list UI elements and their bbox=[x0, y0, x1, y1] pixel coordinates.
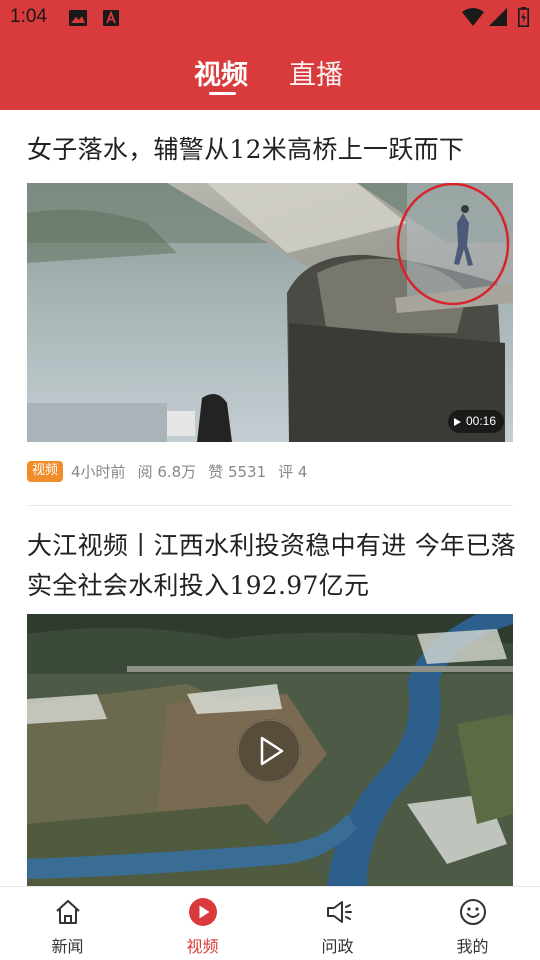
nav-wenzheng[interactable]: 问政 bbox=[270, 887, 405, 960]
comment-count: 评 4 bbox=[278, 462, 308, 481]
divider bbox=[27, 505, 513, 506]
wifi-icon bbox=[462, 8, 484, 26]
article-meta: 视频 4小时前 阅 6.8万 赞 5531 评 4 bbox=[27, 460, 319, 482]
image-notification-icon bbox=[69, 10, 87, 26]
video-thumbnail-image bbox=[27, 183, 513, 442]
nav-news[interactable]: 新闻 bbox=[0, 887, 135, 960]
play-circle-icon bbox=[188, 898, 217, 926]
nav-label: 问政 bbox=[321, 937, 354, 956]
video-duration: 00:16 bbox=[447, 410, 504, 433]
play-icon bbox=[237, 719, 301, 783]
app-notification-icon bbox=[103, 10, 119, 26]
like-count: 赞 5531 bbox=[208, 462, 267, 481]
nav-label: 我的 bbox=[456, 937, 489, 956]
video-thumbnail[interactable] bbox=[27, 614, 513, 886]
play-button[interactable] bbox=[237, 719, 301, 783]
header: 视频 直播 bbox=[0, 36, 540, 110]
tab-video[interactable]: 视频 bbox=[194, 53, 248, 92]
megaphone-icon bbox=[326, 901, 352, 923]
video-badge: 视频 bbox=[27, 460, 64, 482]
nav-mine[interactable]: 我的 bbox=[405, 887, 540, 960]
signal-icon bbox=[489, 8, 507, 26]
home-icon bbox=[55, 900, 80, 924]
tab-live[interactable]: 直播 bbox=[289, 53, 343, 92]
status-bar: 1:04 bbox=[0, 0, 540, 36]
nav-label: 新闻 bbox=[51, 937, 84, 956]
smiley-icon bbox=[459, 899, 486, 925]
duration-text: 00:16 bbox=[465, 414, 496, 428]
article-title[interactable]: 女子落水，辅警从12米高桥上一跃而下 bbox=[27, 130, 464, 170]
status-time: 1:04 bbox=[10, 6, 47, 27]
nav-label: 视频 bbox=[186, 937, 219, 956]
video-feed[interactable]: 女子落水，辅警从12米高桥上一跃而下 00:16 视频 4小时前 阅 6.8万 … bbox=[0, 110, 540, 886]
bottom-nav: 新闻 视频 问政 我的 bbox=[0, 886, 540, 960]
view-count: 阅 6.8万 bbox=[137, 462, 197, 481]
time-ago: 4小时前 bbox=[71, 462, 126, 481]
play-small-icon bbox=[453, 418, 461, 426]
article-title[interactable]: 大江视频丨江西水利投资稳中有进 今年已落实全社会水利投入192.97亿元 bbox=[27, 526, 517, 606]
battery-icon bbox=[518, 7, 529, 27]
video-thumbnail[interactable]: 00:16 bbox=[27, 183, 513, 442]
nav-video[interactable]: 视频 bbox=[135, 887, 270, 960]
active-tab-indicator bbox=[209, 92, 236, 95]
